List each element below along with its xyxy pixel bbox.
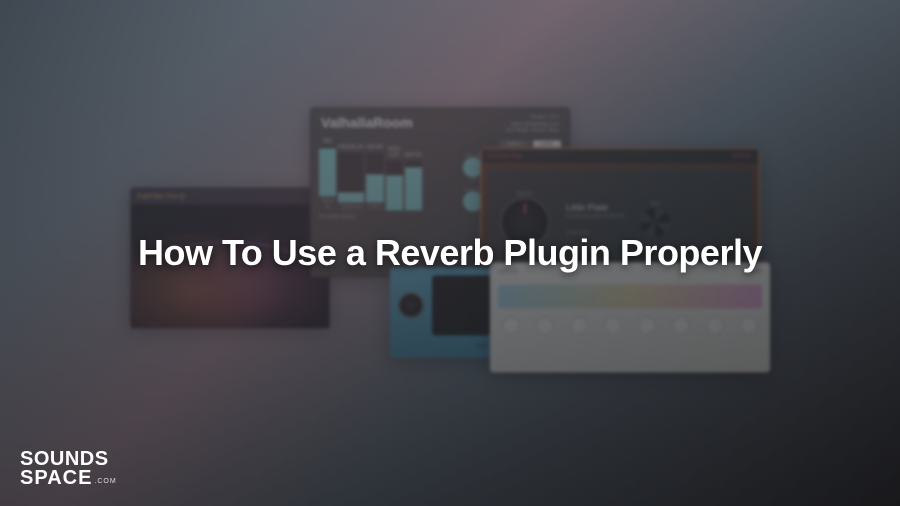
site-logo: SOUNDS SPACE .COM bbox=[20, 450, 117, 488]
logo-line2: SPACE .COM bbox=[20, 469, 117, 488]
hero-banner: FabFilter Pro-Q ValhallaRoom Version 1.5… bbox=[0, 0, 900, 506]
article-headline: How To Use a Reverb Plugin Properly bbox=[138, 232, 762, 274]
logo-dotcom: .COM bbox=[94, 479, 116, 486]
